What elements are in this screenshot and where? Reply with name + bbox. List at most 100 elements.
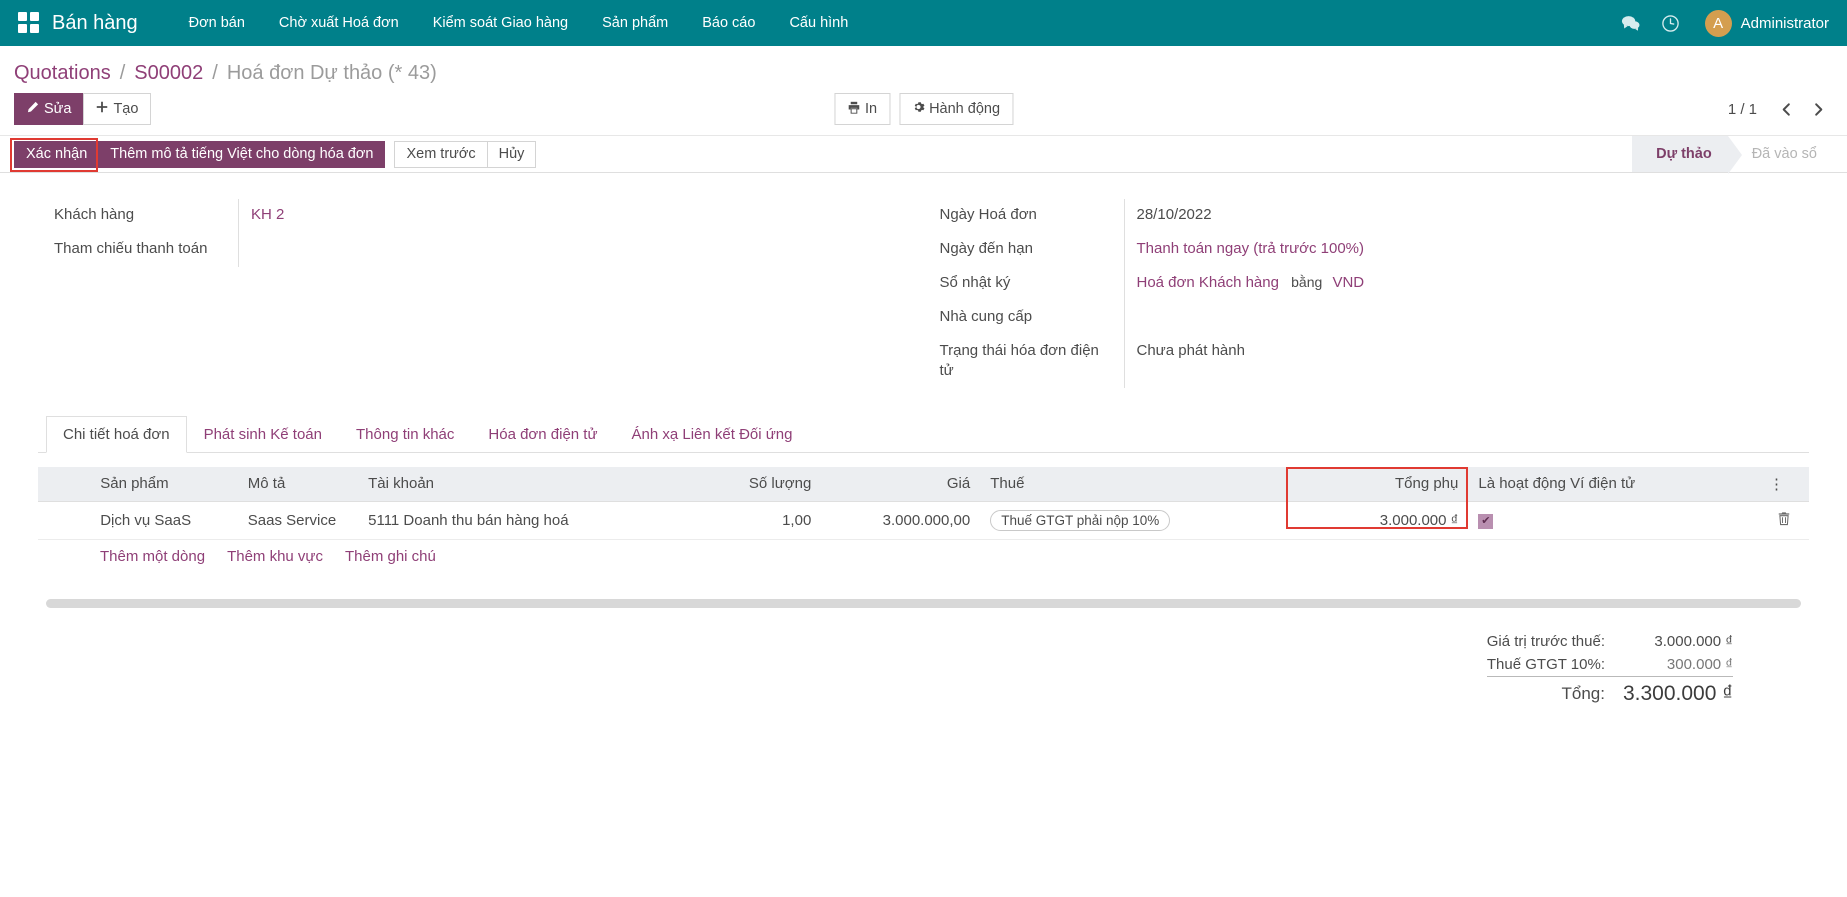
add-vietnamese-description-button[interactable]: Thêm mô tả tiếng Việt cho dòng hóa đơn bbox=[98, 141, 385, 168]
cell-pad bbox=[1668, 501, 1759, 539]
chevron-left-icon[interactable] bbox=[1771, 94, 1801, 124]
control-panel: Sửa Tạo In Hành động 1 / 1 bbox=[0, 93, 1847, 135]
table-row[interactable]: Dịch vụ SaaS Saas Service 5111 Doanh thu… bbox=[38, 501, 1809, 539]
clock-icon[interactable] bbox=[1651, 0, 1691, 46]
add-section-link[interactable]: Thêm khu vực bbox=[227, 548, 323, 565]
menu-item-cau-hinh[interactable]: Cấu hình bbox=[772, 0, 865, 46]
col-quantity: Số lượng bbox=[674, 467, 822, 502]
field-journal: Sổ nhật ký Hoá đơn Khách hàng bằng VND bbox=[924, 267, 1780, 301]
add-line-links: Thêm một dòng Thêm khu vực Thêm ghi chú bbox=[38, 540, 1809, 573]
cell-quantity[interactable]: 1,00 bbox=[674, 501, 822, 539]
totals-section: Giá trị trước thuế: 3.000.000 ₫ Thuế GTG… bbox=[38, 630, 1809, 709]
field-invoice-date-value[interactable]: 28/10/2022 bbox=[1124, 199, 1780, 233]
print-button[interactable]: In bbox=[834, 93, 890, 125]
tab-journal-items[interactable]: Phát sinh Kế toán bbox=[187, 416, 339, 453]
tax-label: Thuế GTGT 10%: bbox=[1487, 653, 1605, 677]
create-button-label: Tạo bbox=[113, 101, 138, 117]
notebook-tabs: Chi tiết hoá đơn Phát sinh Kế toán Thông… bbox=[38, 416, 1809, 453]
tab-invoice-lines[interactable]: Chi tiết hoá đơn bbox=[46, 416, 187, 453]
field-due-date-value[interactable]: Thanh toán ngay (trả trước 100%) bbox=[1124, 233, 1780, 267]
field-vendor-label: Nhà cung cấp bbox=[924, 301, 1124, 333]
cell-tax[interactable]: Thuế GTGT phải nộp 10% bbox=[980, 501, 1223, 539]
avatar[interactable]: A bbox=[1705, 10, 1732, 37]
create-button[interactable]: Tạo bbox=[83, 93, 151, 125]
action-button[interactable]: Hành động bbox=[899, 93, 1013, 125]
trash-icon[interactable] bbox=[1777, 513, 1791, 530]
cell-price[interactable]: 3.000.000,00 bbox=[821, 501, 980, 539]
col-options-icon[interactable]: ⋮ bbox=[1759, 467, 1809, 502]
stage-posted[interactable]: Đã vào sổ bbox=[1728, 136, 1833, 172]
field-due-date: Ngày đến hạn Thanh toán ngay (trả trước … bbox=[924, 233, 1780, 267]
field-vendor-value[interactable] bbox=[1124, 301, 1780, 335]
field-journal-currency[interactable]: VND bbox=[1332, 274, 1364, 291]
cell-account[interactable]: 5111 Doanh thu bán hàng hoá bbox=[358, 501, 674, 539]
field-payment-reference-value[interactable] bbox=[238, 233, 894, 267]
field-invoice-date-label: Ngày Hoá đơn bbox=[924, 199, 1124, 231]
apps-grid-icon[interactable] bbox=[18, 12, 40, 34]
wallet-activity-checkbox[interactable]: ✔ bbox=[1478, 514, 1493, 529]
edit-button[interactable]: Sửa bbox=[14, 93, 84, 125]
col-description: Mô tả bbox=[238, 467, 358, 502]
totals-row-untaxed: Giá trị trước thuế: 3.000.000 ₫ bbox=[1487, 630, 1733, 653]
col-price: Giá bbox=[821, 467, 980, 502]
table-header-row: Sản phẩm Mô tả Tài khoản Số lượng Giá Th… bbox=[38, 467, 1809, 502]
tab-reconcile-mapping[interactable]: Ánh xạ Liên kết Đối ứng bbox=[615, 416, 810, 453]
field-journal-name[interactable]: Hoá đơn Khách hàng bbox=[1137, 274, 1279, 291]
user-name-label[interactable]: Administrator bbox=[1741, 15, 1829, 32]
gear-icon bbox=[912, 101, 924, 117]
cell-description[interactable]: Saas Service bbox=[238, 501, 358, 539]
tab-einvoice[interactable]: Hóa đơn điện tử bbox=[471, 416, 614, 453]
add-line-link[interactable]: Thêm một dòng bbox=[100, 548, 205, 565]
field-invoice-date: Ngày Hoá đơn 28/10/2022 bbox=[924, 199, 1780, 233]
total-value: 3.300.000 ₫ bbox=[1605, 676, 1733, 709]
top-navbar: Bán hàng Đơn bán Chờ xuất Hoá đơn Kiểm s… bbox=[0, 0, 1847, 46]
col-wallet-activity: Là hoạt động Ví điện tử bbox=[1468, 467, 1668, 502]
menu-item-cho-xuat-hoa-don[interactable]: Chờ xuất Hoá đơn bbox=[262, 0, 416, 46]
cell-wallet-activity[interactable]: ✔ bbox=[1468, 501, 1668, 539]
breadcrumb-parent[interactable]: S00002 bbox=[134, 62, 203, 85]
edit-button-label: Sửa bbox=[44, 101, 71, 117]
total-label: Tổng: bbox=[1487, 676, 1605, 709]
breadcrumb-root[interactable]: Quotations bbox=[14, 62, 111, 85]
cell-handle[interactable] bbox=[38, 501, 90, 539]
add-note-link[interactable]: Thêm ghi chú bbox=[345, 548, 436, 565]
field-customer-value[interactable]: KH 2 bbox=[238, 199, 894, 233]
action-button-label: Hành động bbox=[929, 101, 1000, 117]
notebook: Chi tiết hoá đơn Phát sinh Kế toán Thông… bbox=[38, 416, 1809, 608]
col-tax: Thuế bbox=[980, 467, 1223, 502]
field-einvoice-status: Trạng thái hóa đơn điện tử Chưa phát hàn… bbox=[924, 335, 1780, 388]
menu-item-bao-cao[interactable]: Báo cáo bbox=[685, 0, 772, 46]
chevron-right-icon[interactable] bbox=[1803, 94, 1833, 124]
cell-subtotal: 3.000.000 ₫ bbox=[1223, 501, 1468, 539]
horizontal-scrollbar[interactable] bbox=[46, 599, 1801, 608]
statusbar-stages: Dự thảo Đã vào sổ bbox=[1632, 136, 1833, 172]
field-einvoice-status-value[interactable]: Chưa phát hành bbox=[1124, 335, 1780, 388]
plus-icon bbox=[96, 101, 108, 117]
pencil-icon bbox=[27, 101, 39, 117]
menu-item-kiem-soat-giao-hang[interactable]: Kiểm soát Giao hàng bbox=[416, 0, 585, 46]
cell-delete[interactable] bbox=[1759, 501, 1809, 539]
menu-item-san-pham[interactable]: Sản phẩm bbox=[585, 0, 685, 46]
col-account: Tài khoản bbox=[358, 467, 674, 502]
form-sheet: Khách hàng KH 2 Tham chiếu thanh toán Ng… bbox=[24, 173, 1823, 709]
app-brand-title[interactable]: Bán hàng bbox=[52, 12, 138, 35]
stage-draft[interactable]: Dự thảo bbox=[1632, 136, 1728, 172]
breadcrumb: Quotations / S00002 / Hoá đơn Dự thảo (*… bbox=[0, 46, 1847, 93]
tax-badge: Thuế GTGT phải nộp 10% bbox=[990, 510, 1170, 531]
tab-other-info[interactable]: Thông tin khác bbox=[339, 416, 471, 453]
cell-product[interactable]: Dịch vụ SaaS bbox=[90, 501, 238, 539]
statusbar-buttons: Xác nhận Thêm mô tả tiếng Việt cho dòng … bbox=[14, 136, 536, 172]
control-panel-center-actions: In Hành động bbox=[834, 93, 1013, 125]
preview-button[interactable]: Xem trước bbox=[394, 141, 487, 168]
menu-item-don-ban[interactable]: Đơn bán bbox=[172, 0, 262, 46]
form-column-right: Ngày Hoá đơn 28/10/2022 Ngày đến hạn Tha… bbox=[924, 199, 1810, 388]
breadcrumb-current: Hoá đơn Dự thảo (* 43) bbox=[227, 62, 437, 85]
navbar-right-tools: A Administrator bbox=[1611, 0, 1829, 46]
untaxed-value: 3.000.000 ₫ bbox=[1605, 630, 1733, 653]
messages-icon[interactable] bbox=[1611, 0, 1651, 46]
cancel-button[interactable]: Hủy bbox=[487, 141, 537, 168]
breadcrumb-separator-1: / bbox=[120, 62, 126, 85]
confirm-button[interactable]: Xác nhận bbox=[14, 141, 99, 168]
invoice-lines-container: Sản phẩm Mô tả Tài khoản Số lượng Giá Th… bbox=[38, 467, 1809, 540]
field-customer-label: Khách hàng bbox=[38, 199, 238, 231]
